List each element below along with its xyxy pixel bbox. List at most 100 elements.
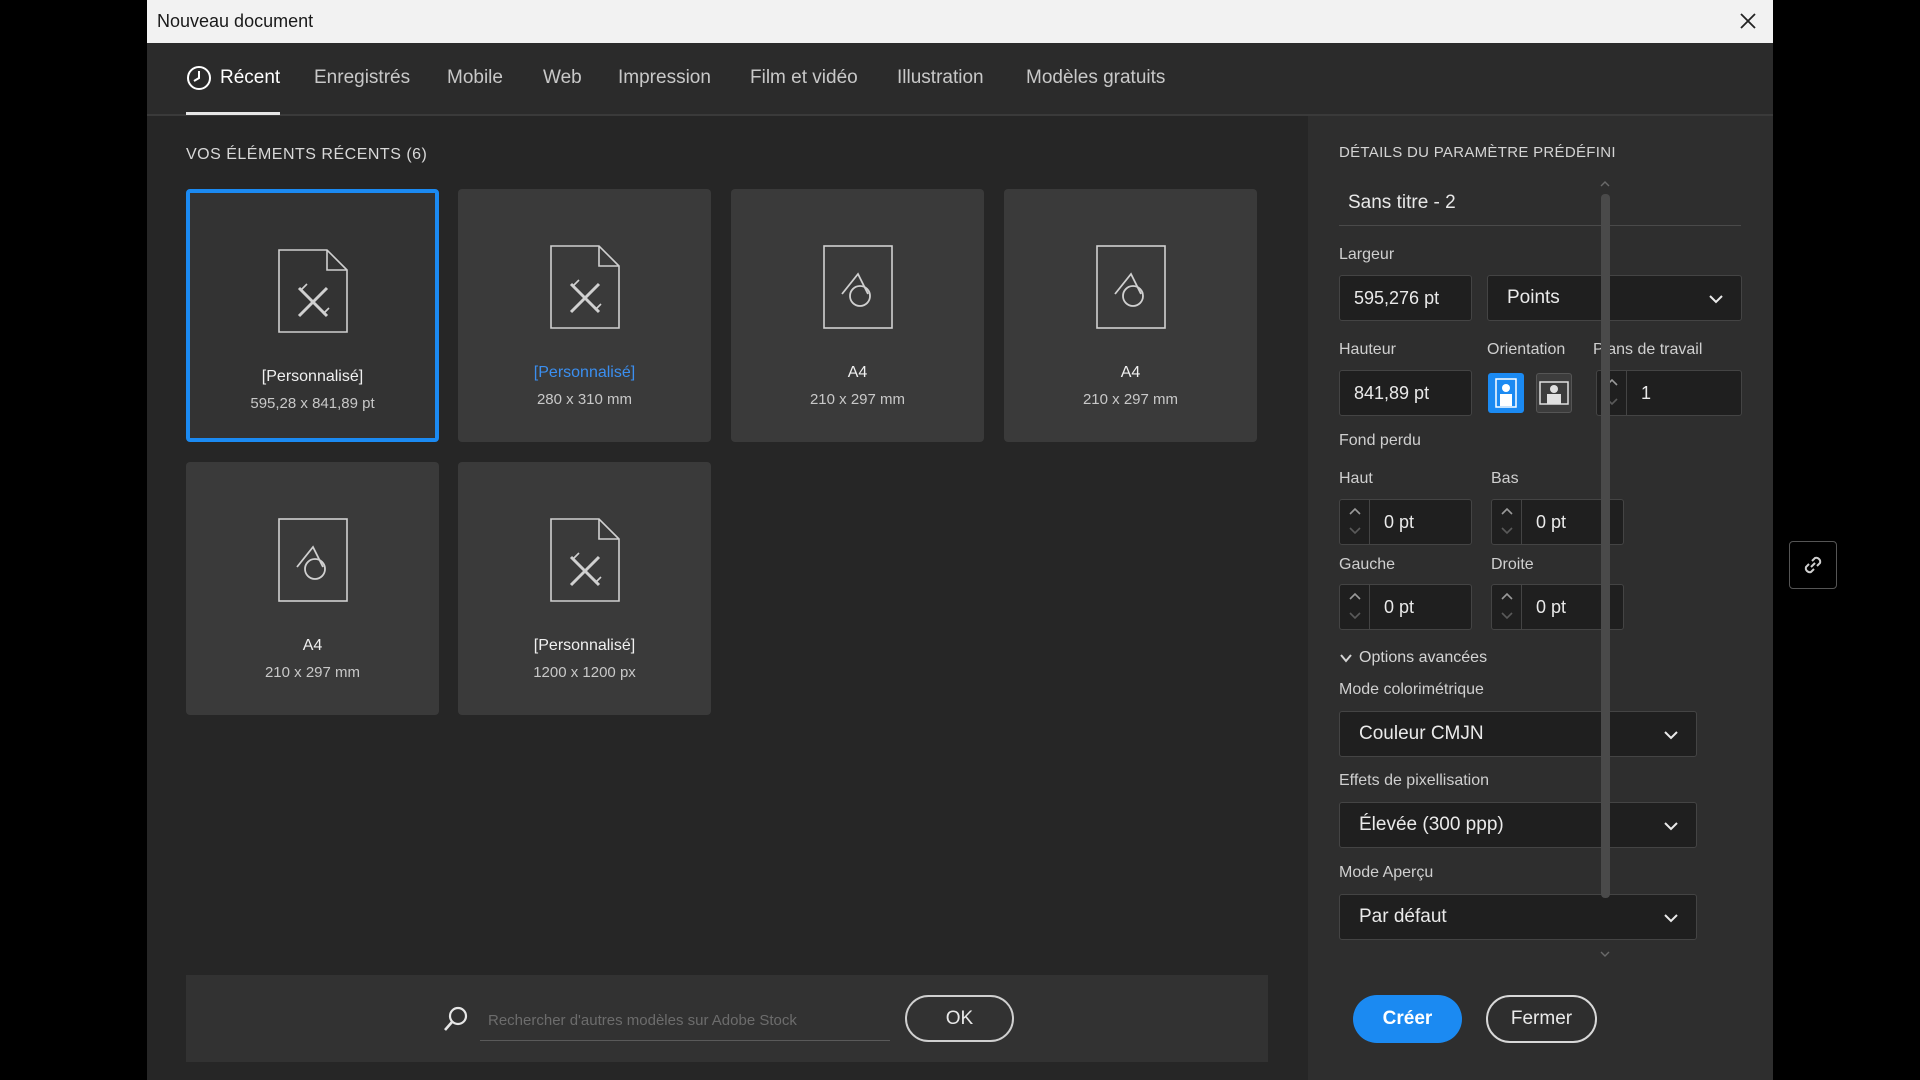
search-ok-button[interactable]: OK [905, 995, 1014, 1042]
bleed-top-stepper[interactable]: 0 pt [1339, 499, 1472, 545]
scroll-up-icon[interactable] [1599, 180, 1611, 188]
preview-mode-value: Par défaut [1359, 906, 1447, 927]
chevron-down-icon [1664, 914, 1678, 923]
recent-item-name: [Personnalisé] [533, 637, 636, 654]
bleed-label: Fond perdu [1339, 432, 1421, 449]
raster-effects-value: Élevée (300 ppp) [1359, 814, 1504, 835]
custom-document-icon [549, 517, 621, 608]
landscape-icon [1539, 381, 1569, 405]
preview-mode-label: Mode Aperçu [1339, 864, 1434, 881]
raster-effects-dropdown[interactable]: Élevée (300 ppp) [1339, 802, 1697, 848]
portrait-orientation-button[interactable] [1488, 373, 1524, 413]
color-mode-value: Couleur CMJN [1359, 723, 1484, 744]
recent-item-name: A4 [847, 364, 868, 381]
bleed-bottom-label: Bas [1491, 470, 1519, 487]
scroll-down-icon[interactable] [1599, 950, 1611, 958]
recent-item-size: 210 x 297 mm [264, 664, 361, 681]
bleed-top-label: Haut [1339, 470, 1373, 487]
landscape-orientation-button[interactable] [1536, 373, 1572, 413]
recent-item-name: [Personnalisé] [533, 364, 636, 381]
close-icon[interactable] [1731, 4, 1765, 38]
bleed-top-value: 0 pt [1384, 512, 1415, 532]
recent-section-title: VOS ÉLÉMENTS RÉCENTS (6) [186, 146, 428, 163]
template-search-input[interactable] [480, 1001, 890, 1041]
stepper-arrows[interactable] [1492, 585, 1522, 629]
bleed-left-value: 0 pt [1384, 597, 1415, 617]
width-label: Largeur [1339, 246, 1395, 263]
preset-details-heading: DÉTAILS DU PARAMÈTRE PRÉDÉFINI [1339, 144, 1616, 161]
stepper-arrows[interactable] [1492, 500, 1522, 544]
height-input[interactable]: 841,89 pt [1339, 370, 1472, 416]
chevron-down-icon[interactable] [1500, 611, 1514, 621]
artboards-value: 1 [1641, 383, 1652, 403]
shapes-document-icon [1095, 244, 1167, 335]
tab-print[interactable]: Impression [618, 67, 711, 89]
chevron-down-icon[interactable] [1500, 526, 1514, 536]
advanced-options-toggle[interactable]: Options avancées [1339, 649, 1487, 667]
height-label: Hauteur [1339, 341, 1396, 358]
recent-panel: VOS ÉLÉMENTS RÉCENTS (6) [Personnalisé] … [147, 116, 1308, 1080]
units-dropdown[interactable]: Points [1487, 275, 1742, 321]
close-button[interactable]: Fermer [1486, 995, 1597, 1043]
document-name-field[interactable]: Sans titre - 2 [1339, 184, 1741, 226]
advanced-options-label: Options avancées [1359, 649, 1488, 666]
bleed-right-label: Droite [1491, 556, 1534, 573]
bleed-left-stepper[interactable]: 0 pt [1339, 584, 1472, 630]
tab-web[interactable]: Web [543, 67, 582, 89]
custom-document-icon [549, 244, 621, 335]
shapes-document-icon [822, 244, 894, 335]
search-icon [444, 1006, 468, 1031]
chevron-up-icon[interactable] [1348, 591, 1362, 601]
new-document-dialog: Nouveau document Récent Enregistrés Mobi… [147, 0, 1837, 1080]
recent-item-name: [Personnalisé] [261, 368, 364, 385]
recent-item-name: A4 [302, 637, 323, 654]
chevron-down-icon[interactable] [1348, 526, 1362, 536]
recent-item[interactable]: A4 210 x 297 mm [186, 462, 439, 715]
chevron-up-icon[interactable] [1500, 591, 1514, 601]
stepper-arrows[interactable] [1340, 585, 1370, 629]
chevron-up-icon[interactable] [1500, 506, 1514, 516]
template-search-bar: OK [186, 975, 1268, 1062]
recent-item-size: 280 x 310 mm [536, 391, 633, 408]
color-mode-label: Mode colorimétrique [1339, 681, 1484, 698]
portrait-icon [1495, 378, 1517, 408]
tab-recent[interactable]: Récent [220, 67, 280, 89]
scrollbar-thumb[interactable] [1601, 194, 1610, 898]
units-value: Points [1507, 287, 1560, 308]
create-button[interactable]: Créer [1353, 995, 1462, 1043]
link-bleed-button[interactable] [1789, 541, 1837, 589]
recent-item-size: 1200 x 1200 px [533, 664, 636, 681]
chevron-down-icon[interactable] [1348, 611, 1362, 621]
orientation-label: Orientation [1487, 341, 1566, 358]
tab-saved[interactable]: Enregistrés [314, 67, 410, 89]
stepper-arrows[interactable] [1340, 500, 1370, 544]
recent-item[interactable]: A4 210 x 297 mm [731, 189, 984, 442]
width-input[interactable]: 595,276 pt [1339, 275, 1472, 321]
recent-item[interactable]: [Personnalisé] 595,28 x 841,89 pt [186, 189, 439, 442]
recent-item-size: 210 x 297 mm [809, 391, 906, 408]
recent-item-size: 595,28 x 841,89 pt [250, 395, 375, 412]
category-tabs: Récent Enregistrés Mobile Web Impression… [147, 43, 1773, 116]
chevron-down-icon [1340, 654, 1352, 663]
clock-icon [187, 66, 211, 90]
color-mode-dropdown[interactable]: Couleur CMJN [1339, 711, 1697, 757]
bleed-bottom-value: 0 pt [1536, 512, 1567, 532]
chevron-down-icon [1664, 822, 1678, 831]
tab-illustration[interactable]: Illustration [897, 67, 984, 89]
link-icon [1804, 556, 1822, 574]
chevron-up-icon[interactable] [1348, 506, 1362, 516]
artboards-stepper[interactable]: 1 [1596, 370, 1742, 416]
recent-item[interactable]: [Personnalisé] 1200 x 1200 px [458, 462, 711, 715]
bleed-left-label: Gauche [1339, 556, 1396, 573]
recent-item[interactable]: [Personnalisé] 280 x 310 mm [458, 189, 711, 442]
preview-mode-dropdown[interactable]: Par défaut [1339, 894, 1697, 940]
tab-mobile[interactable]: Mobile [447, 67, 503, 89]
shapes-document-icon [277, 517, 349, 608]
recent-item[interactable]: A4 210 x 297 mm [1004, 189, 1257, 442]
active-tab-indicator [186, 112, 280, 115]
title-bar: Nouveau document [147, 0, 1773, 43]
tab-free-templates[interactable]: Modèles gratuits [1026, 67, 1165, 89]
window-title: Nouveau document [157, 11, 314, 31]
recent-item-name: A4 [1120, 364, 1141, 381]
tab-film-video[interactable]: Film et vidéo [750, 67, 858, 89]
